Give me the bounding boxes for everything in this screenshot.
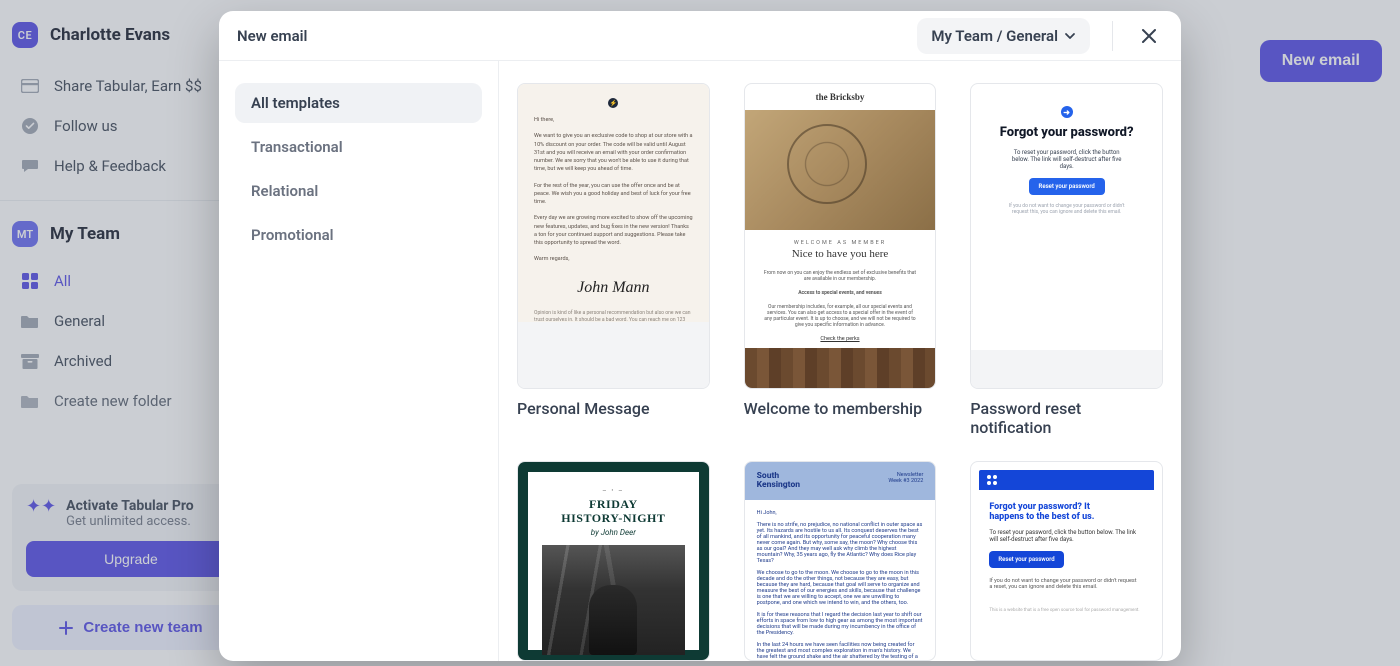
thumb-headline: Forgot your password? bbox=[1000, 126, 1134, 141]
project-selector-label: My Team / General bbox=[931, 27, 1058, 45]
new-email-modal: New email My Team / General All bbox=[219, 11, 1181, 661]
thumb-headline: Forgot your password? It happens to the … bbox=[989, 502, 1119, 523]
close-icon bbox=[1141, 28, 1157, 44]
thumb-text: If you do not want to change your passwo… bbox=[1002, 203, 1132, 215]
thumb-text: Every day we are growing more excited to… bbox=[534, 214, 693, 247]
divider bbox=[1112, 21, 1113, 51]
template-card-friday-history-night[interactable]: — • — FRIDAY HISTORY-NIGHT by John Deer bbox=[517, 461, 710, 661]
template-thumbnail: — • — FRIDAY HISTORY-NIGHT by John Deer bbox=[517, 461, 710, 661]
thumb-text: If you do not want to change your passwo… bbox=[989, 578, 1139, 590]
thumb-signature: John Mann bbox=[534, 276, 693, 300]
category-relational[interactable]: Relational bbox=[235, 171, 482, 211]
close-button[interactable] bbox=[1135, 22, 1163, 50]
chevron-down-icon bbox=[1064, 30, 1076, 42]
thumb-eyebrow: — • — bbox=[542, 488, 685, 494]
template-thumbnail: Forgot your password? It happens to the … bbox=[970, 461, 1163, 661]
thumb-cta: Check the perks bbox=[745, 336, 936, 342]
template-card-south-kensington[interactable]: South Kensington Newsletter Week #3 2022 bbox=[744, 461, 937, 661]
thumb-text: For the rest of the year, you can use th… bbox=[534, 182, 693, 207]
thumb-brand: South Kensington bbox=[757, 472, 800, 490]
app-root: CE Charlotte Evans ··· Share Tabular, Ea… bbox=[0, 0, 1400, 666]
thumb-hero-image bbox=[745, 110, 936, 230]
thumb-image bbox=[745, 348, 936, 389]
arrow-icon: ➜ bbox=[1061, 106, 1073, 118]
thumb-headline: FRIDAY HISTORY-NIGHT bbox=[542, 498, 685, 526]
template-card-password-reset[interactable]: ➜ Forgot your password? To reset your pa… bbox=[970, 83, 1163, 437]
thumb-brand-band bbox=[979, 470, 1154, 490]
thumb-footer: This is a website that is a free open so… bbox=[989, 608, 1144, 613]
thumb-meta: Newsletter Week #3 2022 bbox=[888, 472, 923, 484]
bolt-icon: ⚡ bbox=[608, 98, 618, 108]
template-thumbnail: South Kensington Newsletter Week #3 2022 bbox=[744, 461, 937, 661]
category-promotional[interactable]: Promotional bbox=[235, 215, 482, 255]
thumb-byline: by John Deer bbox=[542, 528, 685, 537]
thumb-text: Access to special events, and venues bbox=[745, 286, 936, 300]
thumb-text: It is for these reasons that I regard th… bbox=[757, 612, 924, 636]
thumb-text: Warm regards, bbox=[534, 255, 693, 263]
thumb-brand: the Bricksby bbox=[745, 84, 936, 110]
template-thumbnail: ⚡ Hi there, We want to give you an exclu… bbox=[517, 83, 710, 389]
template-label: Password reset notification bbox=[970, 399, 1163, 437]
modal-overlay: New email My Team / General All bbox=[0, 0, 1400, 666]
category-transactional[interactable]: Transactional bbox=[235, 127, 482, 167]
template-card-welcome-membership[interactable]: the Bricksby WELCOME AS MEMBER Nice to h… bbox=[744, 83, 937, 437]
project-selector[interactable]: My Team / General bbox=[917, 18, 1090, 54]
thumb-button: Reset your password bbox=[989, 551, 1063, 568]
modal-body: All templates Transactional Relational P… bbox=[219, 61, 1181, 661]
thumb-text: Our membership includes, for example, al… bbox=[745, 300, 936, 332]
thumb-text: In the last 24 hours we have seen facili… bbox=[757, 642, 924, 661]
thumb-text: From now on you can enjoy the endless se… bbox=[745, 266, 936, 286]
thumb-text: There is no strife, no prejudice, no nat… bbox=[757, 522, 924, 564]
modal-title: New email bbox=[237, 27, 307, 45]
thumb-text: Hi there, bbox=[534, 116, 693, 124]
thumb-headline: Nice to have you here bbox=[759, 248, 922, 260]
modal-header: New email My Team / General bbox=[219, 11, 1181, 61]
template-card-personal-message[interactable]: ⚡ Hi there, We want to give you an exclu… bbox=[517, 83, 710, 437]
template-thumbnail: the Bricksby WELCOME AS MEMBER Nice to h… bbox=[744, 83, 937, 389]
thumb-text: We want to give you an exclusive code to… bbox=[534, 132, 693, 173]
thumb-text: To reset your password, click the button… bbox=[989, 529, 1144, 543]
template-label: Personal Message bbox=[517, 399, 710, 418]
thumb-photo bbox=[542, 545, 685, 655]
grid-dots-icon bbox=[987, 475, 997, 485]
category-sidebar: All templates Transactional Relational P… bbox=[219, 61, 499, 661]
thumb-text: We choose to go to the moon. We choose t… bbox=[757, 570, 924, 606]
template-grid: ⚡ Hi there, We want to give you an exclu… bbox=[499, 61, 1181, 661]
template-label: Welcome to membership bbox=[744, 399, 937, 418]
template-thumbnail: ➜ Forgot your password? To reset your pa… bbox=[970, 83, 1163, 389]
category-all-templates[interactable]: All templates bbox=[235, 83, 482, 123]
thumb-text: Hi John, bbox=[757, 510, 924, 516]
thumb-eyebrow: WELCOME AS MEMBER bbox=[759, 240, 922, 246]
thumb-button: Reset your password bbox=[1029, 178, 1105, 195]
template-card-forgot-password-blue[interactable]: Forgot your password? It happens to the … bbox=[970, 461, 1163, 661]
thumb-text: To reset your password, click the button… bbox=[1007, 149, 1127, 170]
